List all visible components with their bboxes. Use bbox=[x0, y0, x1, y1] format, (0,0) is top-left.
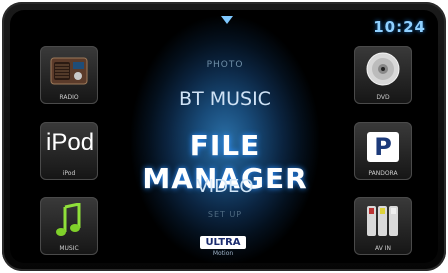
chevron-down-icon[interactable] bbox=[220, 15, 234, 25]
dvd-button[interactable]: DVD bbox=[354, 46, 412, 104]
radio-button[interactable]: RADIO bbox=[40, 46, 98, 104]
tile-label: iPod bbox=[62, 170, 76, 177]
menu-item-photo[interactable]: PHOTO bbox=[130, 60, 320, 70]
av-plugs-icon bbox=[367, 206, 398, 236]
main-screen: 10:24 RADIO iPod iPod MUSIC PHOTO BT MUS… bbox=[10, 10, 438, 263]
logo-main: ULTRA bbox=[200, 236, 246, 249]
clock: 10:24 bbox=[373, 18, 426, 36]
av-in-button[interactable]: AV IN bbox=[354, 197, 412, 255]
tile-label: MUSIC bbox=[59, 245, 79, 252]
ultra-motion-logo: ULTRA Motion bbox=[195, 236, 251, 258]
head-unit-bezel: 10:24 RADIO iPod iPod MUSIC PHOTO BT MUS… bbox=[2, 2, 446, 271]
disc-icon bbox=[366, 52, 400, 86]
tile-label: RADIO bbox=[59, 94, 79, 101]
ipod-icon: iPod bbox=[46, 129, 95, 156]
menu-item-video[interactable]: VIDEO bbox=[130, 176, 320, 197]
pandora-button[interactable]: P PANDORA bbox=[354, 122, 412, 180]
music-note-icon bbox=[56, 203, 81, 236]
menu-item-setup[interactable]: SET UP bbox=[130, 210, 320, 219]
ipod-button[interactable]: iPod iPod bbox=[40, 122, 98, 180]
music-button[interactable]: MUSIC bbox=[40, 197, 98, 255]
pandora-icon: P bbox=[367, 132, 399, 162]
tile-label: PANDORA bbox=[368, 170, 398, 177]
radio-icon bbox=[50, 57, 88, 85]
tile-label: DVD bbox=[376, 94, 390, 101]
logo-sub: Motion bbox=[212, 250, 234, 257]
tile-label: AV IN bbox=[375, 245, 391, 252]
menu-item-bt-music[interactable]: BT MUSIC bbox=[130, 88, 320, 110]
